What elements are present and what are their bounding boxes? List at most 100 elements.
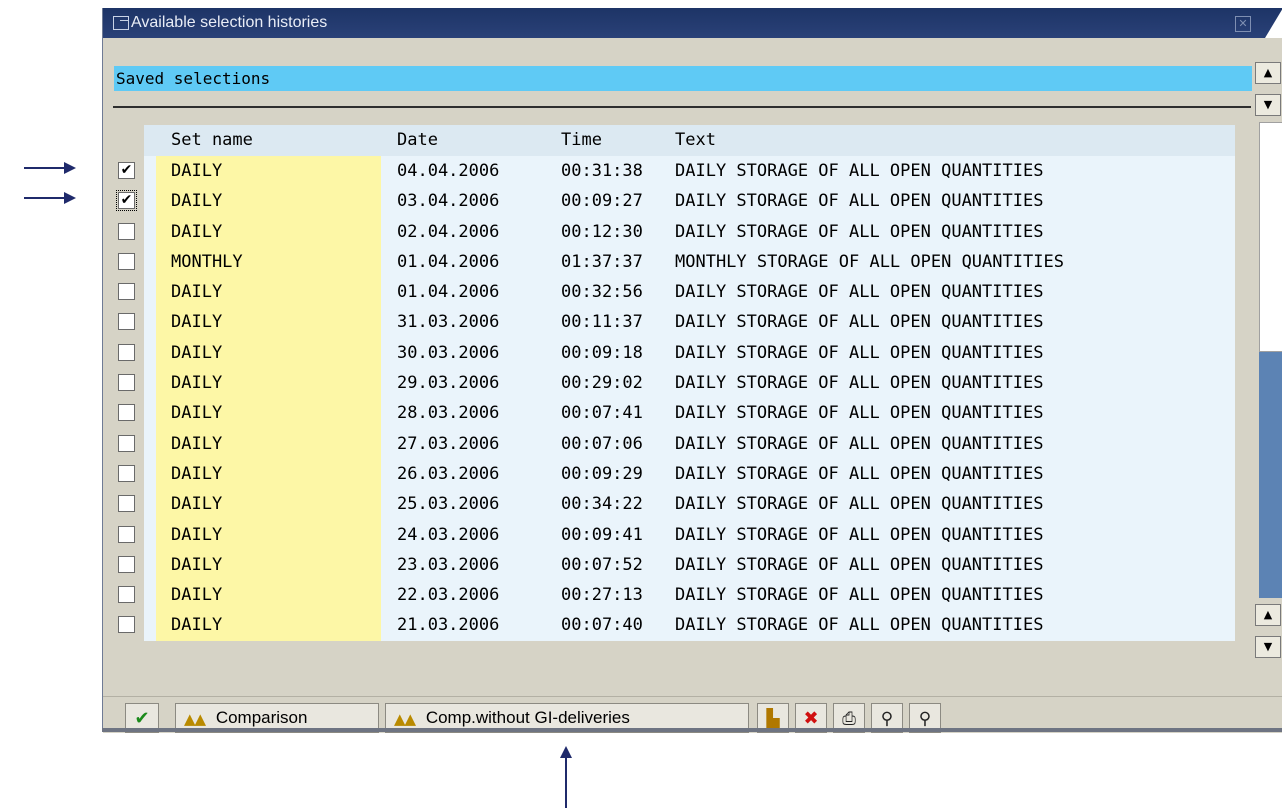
time-cell: 00:34:22 xyxy=(561,494,643,515)
row-select-cell[interactable] xyxy=(114,580,144,611)
column-header-time[interactable]: Time xyxy=(561,125,602,156)
column-header-text[interactable]: Text xyxy=(675,125,716,156)
date-cell: 24.03.2006 xyxy=(397,524,500,545)
scrollbar-thumb[interactable] xyxy=(1259,352,1282,598)
date-cell: 01.04.2006 xyxy=(397,282,500,303)
scroll-page-up-icon[interactable]: ▲ xyxy=(1255,604,1281,626)
row-select-cell[interactable] xyxy=(114,458,144,490)
time-cell: 00:07:40 xyxy=(561,615,643,636)
row-checkbox[interactable] xyxy=(118,343,135,361)
row-select-cell[interactable] xyxy=(114,489,144,520)
set-name-cell: DAILY xyxy=(156,337,381,369)
set-name-cell: DAILY xyxy=(156,489,381,520)
text-cell: DAILY STORAGE OF ALL OPEN QUANTITIES xyxy=(675,554,1044,575)
set-name-cell: DAILY xyxy=(156,216,381,247)
table-row[interactable]: ✔ DAILY 03.04.2006 00:09:27 DAILY STORAGE OF… xyxy=(114,186,1235,217)
text-cell: DAILY STORAGE OF ALL OPEN QUANTITIES xyxy=(675,342,1044,363)
time-cell: 00:27:13 xyxy=(561,585,643,606)
row-select-cell[interactable] xyxy=(114,549,144,581)
table-header-row: Set name Date Time Text xyxy=(114,125,1235,156)
set-name-cell: DAILY xyxy=(156,610,381,641)
scroll-down-icon[interactable]: ▼ xyxy=(1255,94,1281,116)
set-name-cell: DAILY xyxy=(156,368,381,399)
table-row[interactable]: DAILY 02.04.2006 00:12:30 DAILY STORAGE OF … xyxy=(114,216,1235,247)
row-select-cell[interactable] xyxy=(114,368,144,399)
table-row[interactable]: DAILY 22.03.2006 00:27:13 DAILY STORAGE OF … xyxy=(114,580,1235,611)
row-select-cell[interactable] xyxy=(114,337,144,369)
text-cell: DAILY STORAGE OF ALL OPEN QUANTITIES xyxy=(675,221,1044,242)
table-row[interactable]: DAILY 28.03.2006 00:07:41 DAILY STORAGE OF … xyxy=(114,398,1235,429)
row-checkbox[interactable] xyxy=(118,555,135,573)
row-checkbox[interactable] xyxy=(118,283,135,301)
text-cell: DAILY STORAGE OF ALL OPEN QUANTITIES xyxy=(675,282,1044,303)
row-select-cell[interactable] xyxy=(114,428,144,459)
set-name-cell: DAILY xyxy=(156,549,381,581)
set-name-cell: DAILY xyxy=(156,580,381,611)
row-checkbox[interactable]: ✔ xyxy=(118,162,135,179)
table-row[interactable]: DAILY 24.03.2006 00:09:41 DAILY STORAGE OF … xyxy=(114,519,1235,550)
column-header-date[interactable]: Date xyxy=(397,125,438,156)
time-cell: 00:11:37 xyxy=(561,312,643,333)
set-name-cell: DAILY xyxy=(156,398,381,429)
table-row[interactable]: DAILY 30.03.2006 00:09:18 DAILY STORAGE OF … xyxy=(114,337,1235,369)
window-title: Available selection histories xyxy=(131,14,328,31)
table-row[interactable]: ✔ DAILY 04.04.2006 00:31:38 DAILY STORAGE OF… xyxy=(114,156,1235,187)
annotation-arrow-toolbar xyxy=(560,746,572,808)
row-checkbox[interactable] xyxy=(118,616,135,634)
window-icon xyxy=(113,16,129,30)
table-row[interactable]: DAILY 21.03.2006 00:07:40 DAILY STORAGE OF … xyxy=(114,610,1235,641)
text-cell: DAILY STORAGE OF ALL OPEN QUANTITIES xyxy=(675,312,1044,333)
text-cell: DAILY STORAGE OF ALL OPEN QUANTITIES xyxy=(675,463,1044,484)
row-select-cell[interactable] xyxy=(114,246,144,278)
row-checkbox[interactable] xyxy=(118,434,135,452)
time-cell: 00:32:56 xyxy=(561,282,643,303)
row-checkbox[interactable] xyxy=(118,464,135,482)
time-cell: 00:07:52 xyxy=(561,554,643,575)
row-checkbox[interactable] xyxy=(118,313,135,331)
comparison-label: Comparison xyxy=(215,708,308,727)
column-header-set-name[interactable]: Set name xyxy=(156,125,381,156)
row-select-cell[interactable] xyxy=(114,216,144,247)
row-checkbox[interactable] xyxy=(118,586,135,604)
scrollbar-track[interactable] xyxy=(1259,122,1282,352)
table-row[interactable]: MONTHLY 01.04.2006 01:37:37 MONTHLY STORAGE… xyxy=(114,246,1235,278)
row-select-cell[interactable] xyxy=(114,610,144,641)
select-all-column-header[interactable] xyxy=(114,125,144,156)
table-row[interactable]: DAILY 01.04.2006 00:32:56 DAILY STORAGE OF … xyxy=(114,277,1235,308)
scroll-up-icon[interactable]: ▲ xyxy=(1255,62,1281,84)
vertical-scrollbar[interactable]: ▲ ▼ ▲ ▼ xyxy=(1253,52,1282,696)
row-select-cell[interactable]: ✔ xyxy=(114,156,144,187)
date-cell: 25.03.2006 xyxy=(397,494,500,515)
text-cell: DAILY STORAGE OF ALL OPEN QUANTITIES xyxy=(675,585,1044,606)
set-name-cell: DAILY xyxy=(156,458,381,490)
row-checkbox[interactable] xyxy=(118,252,135,270)
row-checkbox[interactable] xyxy=(118,374,135,392)
row-select-cell[interactable] xyxy=(114,277,144,308)
close-button[interactable]: ✕ xyxy=(1235,16,1251,32)
row-checkbox[interactable] xyxy=(118,222,135,240)
row-select-cell[interactable] xyxy=(114,307,144,338)
row-select-cell[interactable] xyxy=(114,398,144,429)
table-row[interactable]: DAILY 27.03.2006 00:07:06 DAILY STORAGE OF … xyxy=(114,428,1235,459)
row-checkbox[interactable] xyxy=(118,404,135,422)
table-row[interactable]: DAILY 26.03.2006 00:09:29 DAILY STORAGE OF … xyxy=(114,458,1235,490)
row-checkbox[interactable] xyxy=(118,525,135,543)
text-cell: DAILY STORAGE OF ALL OPEN QUANTITIES xyxy=(675,373,1044,394)
table-row[interactable]: DAILY 25.03.2006 00:34:22 DAILY STORAGE OF … xyxy=(114,489,1235,520)
row-checkbox[interactable] xyxy=(118,495,135,513)
text-cell: DAILY STORAGE OF ALL OPEN QUANTITIES xyxy=(675,161,1044,181)
row-select-cell[interactable]: ✔ xyxy=(114,186,144,217)
column-header-background xyxy=(381,125,1235,156)
date-cell: 31.03.2006 xyxy=(397,312,500,333)
row-select-cell[interactable] xyxy=(114,519,144,550)
row-checkbox[interactable]: ✔ xyxy=(116,190,137,212)
comp-without-gi-deliveries-label: Comp.without GI-deliveries xyxy=(425,708,630,727)
text-cell: DAILY STORAGE OF ALL OPEN QUANTITIES xyxy=(675,403,1044,424)
date-cell: 01.04.2006 xyxy=(397,251,500,272)
table-row[interactable]: DAILY 29.03.2006 00:29:02 DAILY STORAGE OF … xyxy=(114,368,1235,399)
time-cell: 00:09:27 xyxy=(561,191,643,212)
scroll-page-down-icon[interactable]: ▼ xyxy=(1255,636,1281,658)
selection-history-dialog: Available selection histories ✕ Saved se… xyxy=(102,8,1282,733)
table-row[interactable]: DAILY 31.03.2006 00:11:37 DAILY STORAGE OF … xyxy=(114,307,1235,338)
table-row[interactable]: DAILY 23.03.2006 00:07:52 DAILY STORAGE OF … xyxy=(114,549,1235,581)
